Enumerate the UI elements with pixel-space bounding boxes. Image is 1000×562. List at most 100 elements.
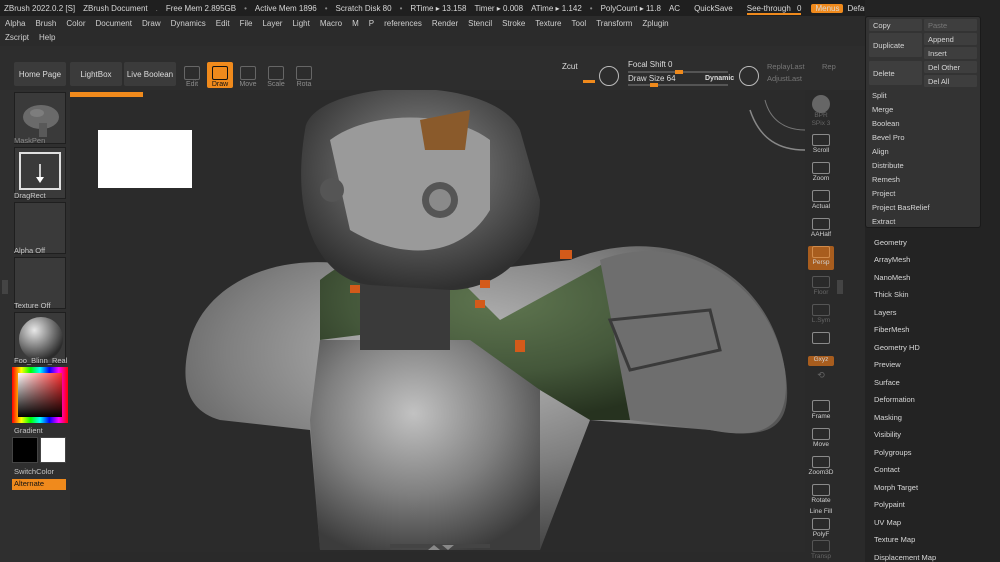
palette-morph-target[interactable]: Morph Target [874, 480, 918, 494]
menu-transform[interactable]: Transform [591, 19, 637, 28]
subtool-merge-button[interactable]: Merge [870, 103, 978, 115]
rotation-axis-icons[interactable]: ⟲ [808, 370, 834, 392]
gxyz-button[interactable]: Gxyz [808, 356, 834, 366]
palette-arraymesh[interactable]: ArrayMesh [874, 253, 910, 267]
palette-geometry[interactable]: Geometry [874, 235, 907, 249]
menu-layer[interactable]: Layer [257, 19, 287, 28]
palette-thick-skin[interactable]: Thick Skin [874, 288, 909, 302]
adjustlast-button[interactable]: AdjustLast [767, 74, 802, 83]
persp-button[interactable]: Persp [808, 246, 834, 270]
palette-fibermesh[interactable]: FiberMesh [874, 323, 909, 337]
home-page-button[interactable]: Home Page [14, 62, 66, 86]
subtool-remesh-button[interactable]: Remesh [870, 173, 978, 185]
color-picker[interactable] [12, 367, 68, 423]
replaylast-button[interactable]: ReplayLast [767, 62, 805, 71]
palette-displacement-map[interactable]: Displacement Map [874, 550, 936, 562]
palette-nanomesh[interactable]: NanoMesh [874, 270, 910, 284]
menu-p[interactable]: P [364, 19, 379, 28]
menu-edit[interactable]: Edit [211, 19, 235, 28]
primary-color-swatch[interactable] [12, 437, 38, 463]
palette-texture-map[interactable]: Texture Map [874, 533, 915, 547]
rep-button[interactable]: Rep [822, 62, 836, 71]
draw-size-handle[interactable] [650, 83, 658, 87]
menu-dynamics[interactable]: Dynamics [166, 19, 211, 28]
duplicate-button[interactable]: Duplicate [869, 33, 922, 57]
polyf-button[interactable]: PolyF [808, 518, 834, 542]
delete-button[interactable]: Delete [869, 61, 922, 85]
menu-help[interactable]: Help [34, 33, 60, 42]
menu-file[interactable]: File [235, 19, 258, 28]
transp-button[interactable]: Transp [808, 540, 834, 562]
palette-preview[interactable]: Preview [874, 358, 901, 372]
menu-document[interactable]: Document [91, 19, 137, 28]
menu-texture[interactable]: Texture [530, 19, 566, 28]
aahalf-button[interactable]: AAHalf [808, 218, 834, 242]
zcut-label[interactable]: Zcut [562, 62, 578, 71]
rotate-view-button[interactable]: Rotate [808, 484, 834, 508]
rotate-button[interactable]: Rota [291, 62, 317, 88]
palette-contact[interactable]: Contact [874, 463, 900, 477]
subtool-bevel-pro-button[interactable]: Bevel Pro [870, 131, 978, 143]
lock-button[interactable] [808, 332, 834, 356]
scroll-button[interactable]: Scroll [808, 134, 834, 158]
palette-uv-map[interactable]: UV Map [874, 515, 901, 529]
lsym-button[interactable]: L.Sym [808, 304, 834, 328]
gizmo-arc[interactable] [749, 109, 805, 151]
dynamic-toggle[interactable]: Dynamic [705, 75, 734, 82]
switchcolor-button[interactable]: SwitchColor [14, 467, 72, 476]
del-all-button[interactable]: Del All [924, 75, 977, 87]
subtool-extract-button[interactable]: Extract [870, 215, 978, 227]
gizmo-arc-inner[interactable] [764, 99, 805, 131]
scale-button[interactable]: Scale [263, 62, 289, 88]
see-through-slider[interactable]: See-through 0 [743, 4, 806, 15]
lightbox-button[interactable]: LightBox [70, 62, 122, 86]
sculptris-icon[interactable] [599, 66, 619, 86]
gradient-label[interactable]: Gradient [14, 426, 72, 435]
subtool-align-button[interactable]: Align [870, 145, 978, 157]
edit-button[interactable]: Edit [179, 62, 205, 88]
actual-button[interactable]: Actual [808, 190, 834, 214]
palette-polygroups[interactable]: Polygroups [874, 445, 912, 459]
palette-deformation[interactable]: Deformation [874, 393, 915, 407]
subtool-split-button[interactable]: Split [870, 89, 978, 101]
document-canvas[interactable] [70, 90, 805, 552]
menu-stencil[interactable]: Stencil [463, 19, 497, 28]
subtool-boolean-button[interactable]: Boolean [870, 117, 978, 129]
menu-tool[interactable]: Tool [567, 19, 592, 28]
menu-stroke[interactable]: Stroke [497, 19, 530, 28]
subtool-project-basrelief-button[interactable]: Project BasRelief [870, 201, 978, 213]
append-button[interactable]: Append [924, 33, 977, 45]
menu-render[interactable]: Render [427, 19, 463, 28]
copy-button[interactable]: Copy [869, 19, 922, 31]
model-viewport[interactable] [70, 90, 805, 552]
menu-alpha[interactable]: Alpha [0, 19, 30, 28]
palette-geometry-hd[interactable]: Geometry HD [874, 340, 920, 354]
draw-size-slider[interactable]: Draw Size 64 [628, 74, 676, 83]
live-boolean-button[interactable]: Live Boolean [124, 62, 176, 86]
menu-macro[interactable]: Macro [315, 19, 347, 28]
zoom3d-button[interactable]: Zoom3D [808, 456, 834, 480]
paste-button[interactable]: Paste [924, 19, 977, 31]
frame-button[interactable]: Frame [808, 400, 834, 424]
palette-masking[interactable]: Masking [874, 410, 902, 424]
menu-zplugin[interactable]: Zplugin [637, 19, 673, 28]
palette-polypaint[interactable]: Polypaint [874, 498, 905, 512]
linefill-button[interactable]: Line Fill [808, 508, 834, 518]
left-dock-toggle[interactable] [2, 280, 8, 294]
menu-color[interactable]: Color [61, 19, 90, 28]
focal-shift-slider[interactable]: Focal Shift 0 [628, 60, 672, 69]
dynamic-brush-icon[interactable] [739, 66, 759, 86]
secondary-color-swatch[interactable] [40, 437, 66, 463]
floor-button[interactable]: Floor [808, 276, 834, 300]
zoom-button[interactable]: Zoom [808, 162, 834, 186]
palette-visibility[interactable]: Visibility [874, 428, 901, 442]
menu-light[interactable]: Light [287, 19, 314, 28]
subtool-distribute-button[interactable]: Distribute [870, 159, 978, 171]
focal-shift-handle[interactable] [675, 70, 683, 74]
move-button[interactable]: Move [235, 62, 261, 88]
palette-surface[interactable]: Surface [874, 375, 900, 389]
menu-draw[interactable]: Draw [137, 19, 166, 28]
menu-references[interactable]: references [379, 19, 427, 28]
menus-button[interactable]: Menus [811, 3, 844, 13]
move-view-button[interactable]: Move [808, 428, 834, 452]
